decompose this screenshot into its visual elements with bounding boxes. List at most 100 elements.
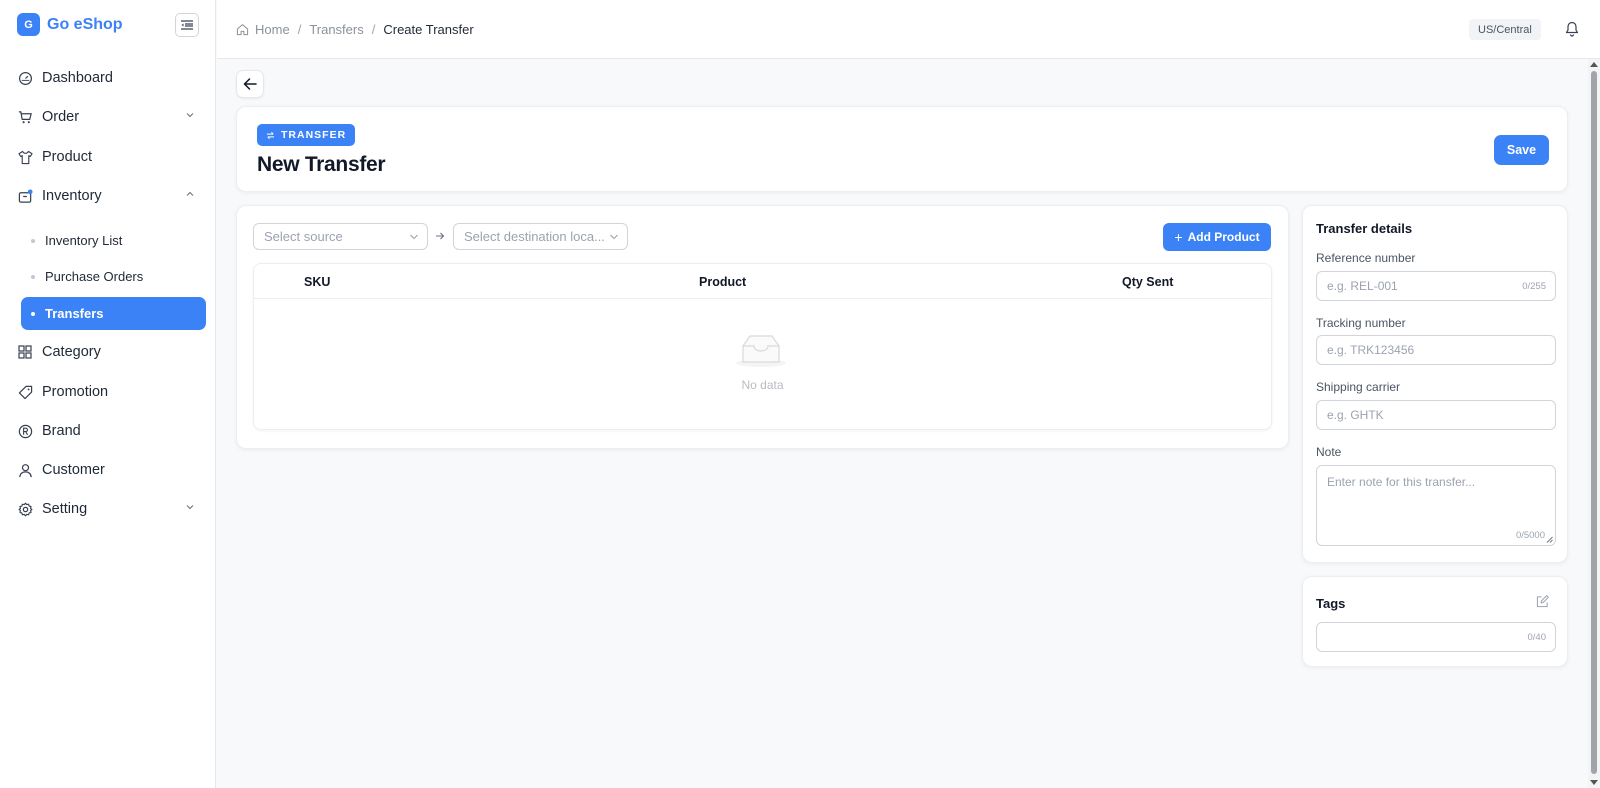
table-header: SKU Product Qty Sent <box>254 264 1271 299</box>
arrow-left-icon <box>243 78 257 90</box>
dashboard-icon <box>17 70 33 86</box>
sidebar-item-label: Product <box>42 149 92 165</box>
reference-number-counter: 0/255 <box>1522 280 1546 292</box>
arrow-right-icon <box>436 232 445 240</box>
note-counter: 0/5000 <box>1515 530 1545 541</box>
topbar: Home / Transfers / Create Transfer US/Ce… <box>217 0 1600 59</box>
column-header-qty-sent[interactable]: Qty Sent <box>1122 275 1173 289</box>
reference-number-label: Reference number <box>1316 251 1416 265</box>
shipping-carrier-input[interactable]: e.g. GHTK <box>1316 400 1556 430</box>
tags-input[interactable]: 0/40 <box>1316 622 1556 652</box>
sidebar-item-label: Brand <box>42 423 81 439</box>
sidebar-item-label: Promotion <box>42 384 109 400</box>
sidebar-subitem-label: Inventory List <box>45 233 123 248</box>
menu-fold-icon <box>181 20 193 30</box>
note-label: Note <box>1316 445 1342 459</box>
sidebar-subitem-purchase-orders[interactable]: Purchase Orders <box>21 260 206 293</box>
timezone-badge[interactable]: US/Central <box>1469 19 1541 40</box>
sidebar: G Go eShop Dashboard Order Product Inven… <box>0 0 216 788</box>
sidebar-item-label: Customer <box>42 462 105 478</box>
breadcrumb-transfers[interactable]: Transfers <box>309 22 363 37</box>
scroll-up-arrow-icon[interactable] <box>1590 62 1598 67</box>
grid-icon <box>17 344 33 360</box>
transfer-details-card: Transfer details Reference number e.g. R… <box>1302 205 1568 563</box>
breadcrumb-separator: / <box>371 22 376 37</box>
gear-icon <box>17 501 33 517</box>
collapse-sidebar-button[interactable] <box>175 13 199 37</box>
empty-inbox-icon <box>736 335 786 367</box>
home-icon[interactable] <box>236 23 249 36</box>
breadcrumb-home[interactable]: Home <box>255 22 290 37</box>
sidebar-item-label: Category <box>42 344 101 360</box>
sidebar-item-label: Setting <box>42 501 88 517</box>
breadcrumb: Home / Transfers / Create Transfer <box>236 22 474 37</box>
swap-icon <box>266 131 275 139</box>
sidebar-item-order[interactable]: Order <box>17 105 203 129</box>
inventory-icon <box>17 188 33 204</box>
tags-counter: 0/40 <box>1527 631 1547 643</box>
destination-select[interactable]: Select destination loca... <box>453 223 628 250</box>
breadcrumb-separator: / <box>297 22 302 37</box>
column-header-sku[interactable]: SKU <box>304 275 330 289</box>
chevron-down-icon <box>610 234 618 240</box>
shirt-icon <box>17 149 33 165</box>
scroll-down-arrow-icon[interactable] <box>1590 780 1598 785</box>
tracking-number-placeholder: e.g. TRK123456 <box>1327 343 1415 357</box>
shipping-carrier-label: Shipping carrier <box>1316 380 1401 394</box>
bullet-icon <box>31 239 35 243</box>
transfer-badge-label: TRANSFER <box>281 129 347 141</box>
sidebar-item-category[interactable]: Category <box>17 340 203 364</box>
back-button[interactable] <box>236 70 264 98</box>
chevron-up-icon <box>186 191 194 196</box>
tag-icon <box>17 384 33 400</box>
sidebar-item-promotion[interactable]: Promotion <box>17 380 203 404</box>
plus-icon: + <box>1174 229 1183 245</box>
sidebar-subitem-label: Transfers <box>45 306 104 321</box>
sidebar-subitem-transfers[interactable]: Transfers <box>21 297 206 330</box>
scroll-thumb[interactable] <box>1591 71 1597 774</box>
column-header-product[interactable]: Product <box>699 275 746 289</box>
shipping-carrier-placeholder: e.g. GHTK <box>1327 408 1384 422</box>
bell-icon[interactable] <box>1565 21 1579 37</box>
brand-name: Go eShop <box>47 15 123 33</box>
empty-text: No data <box>741 378 784 392</box>
sidebar-item-inventory[interactable]: Inventory <box>17 184 203 208</box>
empty-state: No data <box>254 300 1271 429</box>
note-textarea[interactable]: Enter note for this transfer... 0/5000 <box>1316 465 1556 546</box>
brand[interactable]: G Go eShop <box>17 13 123 36</box>
sidebar-item-dashboard[interactable]: Dashboard <box>17 66 203 90</box>
cart-icon <box>17 109 33 125</box>
save-button[interactable]: Save <box>1494 135 1549 165</box>
brand-logo: G <box>17 13 40 36</box>
reference-number-input[interactable]: e.g. REL-001 0/255 <box>1316 271 1556 301</box>
source-select[interactable]: Select source <box>253 223 428 250</box>
page-title: New Transfer <box>257 153 386 176</box>
sidebar-item-customer[interactable]: Customer <box>17 458 203 482</box>
reference-number-placeholder: e.g. REL-001 <box>1327 279 1398 293</box>
tracking-number-input[interactable]: e.g. TRK123456 <box>1316 335 1556 365</box>
sidebar-item-setting[interactable]: Setting <box>17 497 203 521</box>
transfer-badge: TRANSFER <box>257 124 356 146</box>
sidebar-item-brand[interactable]: Brand <box>17 419 203 443</box>
note-placeholder: Enter note for this transfer... <box>1327 475 1476 489</box>
sidebar-item-label: Order <box>42 109 80 125</box>
scrollbar[interactable] <box>1588 59 1600 788</box>
breadcrumb-current: Create Transfer <box>383 22 474 37</box>
source-select-placeholder: Select source <box>264 229 343 244</box>
chevron-down-icon <box>186 113 194 118</box>
sidebar-subitem-inventory-list[interactable]: Inventory List <box>21 224 206 257</box>
page-header-card: TRANSFER New Transfer Save <box>236 106 1568 192</box>
registered-icon <box>17 423 33 439</box>
destination-select-placeholder: Select destination loca... <box>464 229 605 244</box>
transfer-items-card: Select source Select destination loca...… <box>236 205 1289 449</box>
edit-icon[interactable] <box>1536 595 1549 608</box>
user-icon <box>17 462 33 478</box>
bullet-icon <box>31 275 35 279</box>
chevron-down-icon <box>410 234 418 240</box>
chevron-down-icon <box>186 505 194 510</box>
add-product-button[interactable]: + Add Product <box>1163 223 1271 251</box>
sidebar-item-product[interactable]: Product <box>17 145 203 169</box>
resize-handle-icon[interactable] <box>1546 536 1553 543</box>
sidebar-item-label: Dashboard <box>42 70 113 86</box>
tags-card: Tags 0/40 <box>1302 576 1568 667</box>
